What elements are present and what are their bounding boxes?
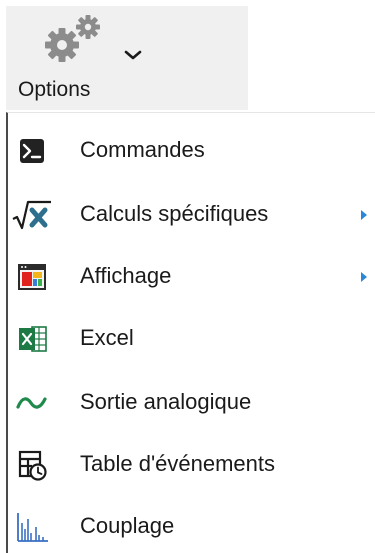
menu-item-sortie-analogique[interactable]: Sortie analogique xyxy=(8,373,373,433)
menu-item-label: Couplage xyxy=(80,513,175,538)
excel-icon xyxy=(19,326,47,352)
options-menu: Commandes Calculs spécifiques Affichage … xyxy=(6,112,375,553)
command-prompt-icon xyxy=(20,139,44,163)
gears-icon xyxy=(45,15,100,62)
menu-item-label: Sortie analogique xyxy=(80,389,252,414)
options-ribbon-button[interactable]: Options xyxy=(6,6,248,110)
menu-item-affichage[interactable]: Affichage xyxy=(8,247,373,307)
coupling-chart-icon xyxy=(17,513,48,542)
square-root-icon xyxy=(12,200,51,230)
menu-item-table-evenements[interactable]: Table d'événements xyxy=(8,435,373,495)
menu-item-label: Affichage xyxy=(80,263,172,288)
menu-item-label: Table d'événements xyxy=(80,451,275,476)
options-label: Options xyxy=(18,78,91,101)
menu-item-calculs-specifiques[interactable]: Calculs spécifiques xyxy=(8,185,373,245)
menu-item-label: Calculs spécifiques xyxy=(80,201,269,226)
menu-item-label: Excel xyxy=(80,325,134,350)
menu-item-excel[interactable]: Excel xyxy=(8,309,373,369)
options-dropdown-view: Options Commandes Calculs spécifiques Af… xyxy=(0,0,375,553)
submenu-arrow-icon xyxy=(361,272,367,282)
menu-item-commandes[interactable]: Commandes xyxy=(8,121,373,181)
display-window-icon xyxy=(18,264,46,290)
menu-item-label: Commandes xyxy=(80,137,205,162)
event-table-icon xyxy=(18,450,47,481)
analog-wave-icon xyxy=(16,397,47,409)
menu-item-couplage[interactable]: Couplage xyxy=(8,497,373,553)
chevron-down-icon[interactable] xyxy=(123,48,143,62)
submenu-arrow-icon xyxy=(361,210,367,220)
